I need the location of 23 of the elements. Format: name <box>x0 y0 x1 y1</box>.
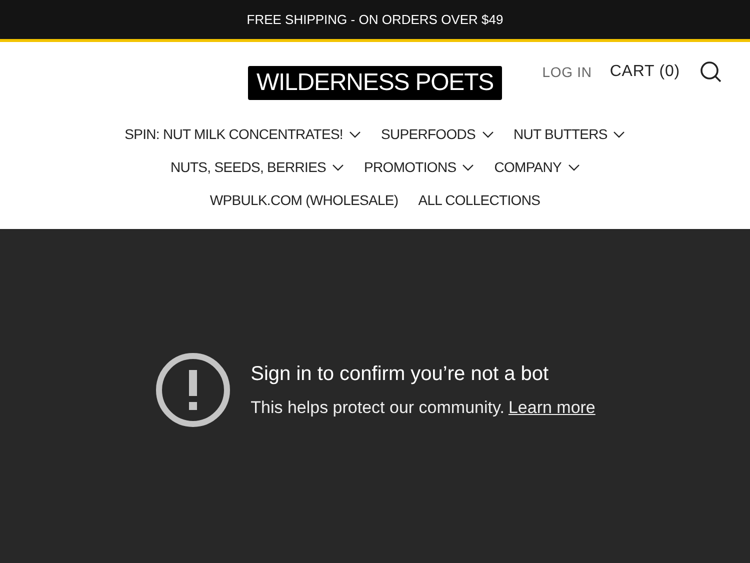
warning-icon <box>154 352 231 428</box>
nav-link[interactable]: NUTS, SEEDS, BERRIES <box>170 156 344 178</box>
learn-more-link[interactable]: Learn more <box>508 395 596 421</box>
chevron-down-icon <box>613 130 626 138</box>
nav-link[interactable]: ALL COLLECTIONS <box>418 189 540 211</box>
chevron-down-icon <box>332 164 344 170</box>
shipping-notice: FREE SHIPPING - ON ORDERS OVER $49 <box>246 10 504 29</box>
embed-message: This helps protect our community. <box>250 397 504 420</box>
nav-link[interactable]: SPIN: NUT MILK CONCENTRATES! <box>124 123 361 145</box>
embed-title: Sign in to confirm you’re not a bot <box>250 362 550 388</box>
cart-link[interactable]: CART (0) <box>610 60 680 84</box>
login-link[interactable]: LOG IN <box>542 62 592 82</box>
nav-link[interactable]: SUPERFOODS <box>380 123 494 145</box>
nav-link[interactable]: COMPANY <box>494 156 580 178</box>
logo[interactable]: WILDERNESS POETS <box>248 66 502 100</box>
chevron-down-icon <box>348 130 361 138</box>
nav-link[interactable]: WPBULK.COM (WHOLESALE) <box>210 189 398 211</box>
search-icon[interactable] <box>700 61 722 83</box>
chevron-down-icon <box>568 164 580 170</box>
nav-link[interactable]: PROMOTIONS <box>364 156 474 178</box>
chevron-down-icon <box>482 130 494 138</box>
chevron-down-icon <box>462 164 474 170</box>
nav-link[interactable]: NUT BUTTERS <box>514 123 626 145</box>
